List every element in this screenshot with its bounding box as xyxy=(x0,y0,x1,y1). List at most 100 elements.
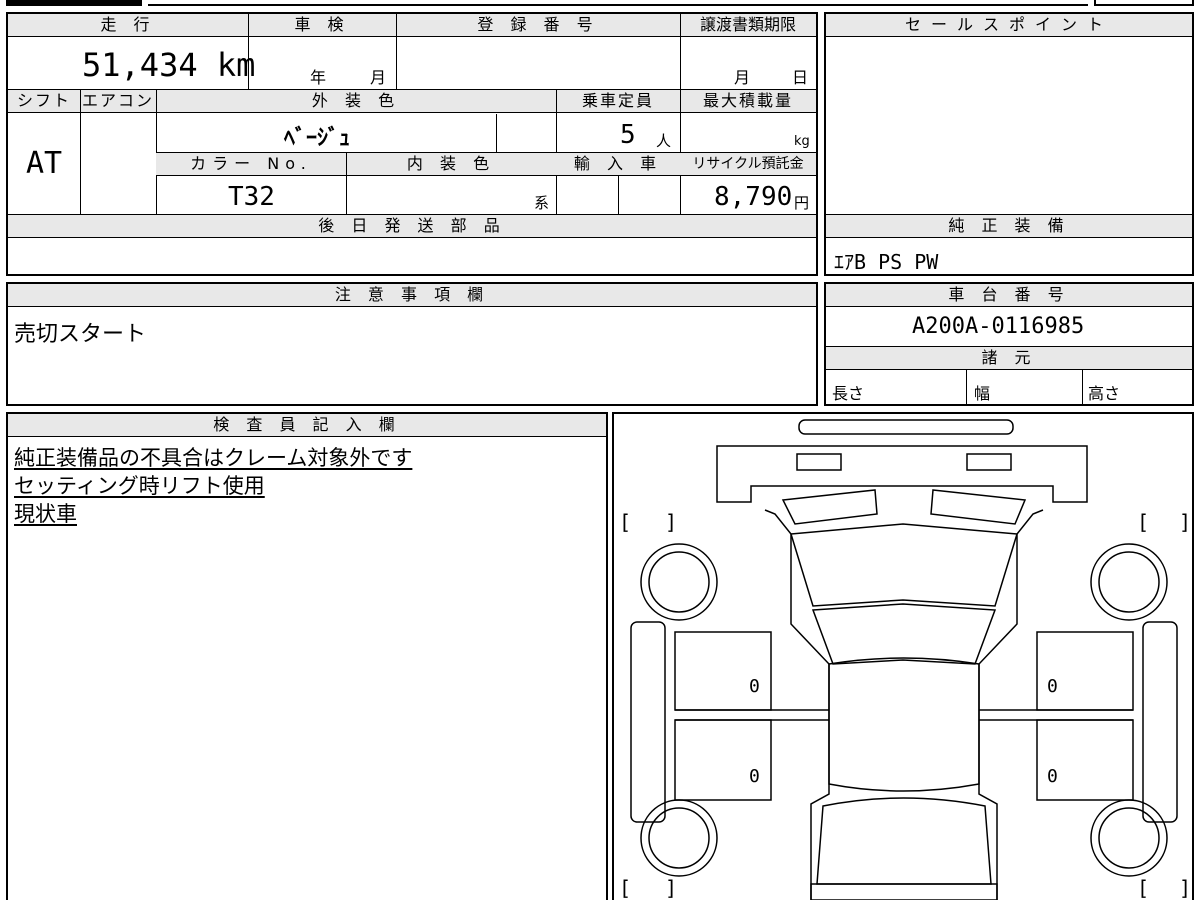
front-bumper-tab xyxy=(798,419,1014,435)
divider xyxy=(80,90,81,214)
capacity-value: 5 xyxy=(620,120,636,150)
divider xyxy=(346,153,347,214)
wheel-rear-right-inner xyxy=(1098,807,1160,869)
sales-points-header: セールスポイント xyxy=(826,14,1192,37)
notes-value: 売切スタート xyxy=(14,322,147,347)
color-no-value: T32 xyxy=(228,182,275,212)
inspector-header: 検 査 員 記 入 欄 xyxy=(8,414,606,437)
chassis-panel: 車 台 番 号 A200A-0116985 諸 元 長さ 幅 高さ xyxy=(824,282,1194,406)
headlight-left xyxy=(796,453,842,471)
wheel-rear-left-inner xyxy=(648,807,710,869)
capacity-header: 乗車定員 xyxy=(556,90,680,113)
specs-header: 諸 元 xyxy=(826,347,1192,370)
bracket-front-right: [] xyxy=(1137,510,1191,534)
inspector-note-line-1: 純正装備品の不具合はクレーム対象外です xyxy=(14,446,413,470)
wheel-front-right xyxy=(1090,543,1168,621)
bracket-open: [ xyxy=(1137,876,1150,900)
sill-right xyxy=(1142,621,1178,823)
registration-header: 登 録 番 号 xyxy=(396,14,680,37)
headlight-right xyxy=(966,453,1012,471)
transfer-month-unit: 月 xyxy=(734,68,751,87)
color-no-header: カラー No. xyxy=(156,153,346,176)
bracket-close: ] xyxy=(1179,510,1192,534)
transfer-day-unit: 日 xyxy=(792,68,809,87)
wheel-rear-right xyxy=(1090,799,1168,877)
body-outline xyxy=(764,509,1044,900)
car-diagram: [] [] [] [] 0 0 0 0 xyxy=(615,414,1194,900)
mark-right-front: 0 xyxy=(1047,676,1058,697)
divider xyxy=(1082,370,1083,404)
divider xyxy=(966,370,967,404)
specs-height-label: 高さ xyxy=(1088,384,1121,403)
inspector-note-line-3: 現状車 xyxy=(14,502,77,526)
wheel-front-left xyxy=(640,543,718,621)
windshield-wipers xyxy=(781,489,1027,525)
wheel-rear-left xyxy=(640,799,718,877)
inspection-month-unit: 月 xyxy=(370,68,387,87)
mark-left-front: 0 xyxy=(749,676,760,697)
capacity-unit: 人 xyxy=(656,132,672,150)
bracket-open: [ xyxy=(619,510,632,534)
max-load-header: 最大積載量 xyxy=(680,90,816,113)
inspector-note-line-2: セッティング時リフト使用 xyxy=(14,474,265,498)
import-header: 輸 入 車 xyxy=(556,153,680,176)
transfer-deadline-header: 譲渡書類期限 xyxy=(680,14,816,37)
door-left-rear xyxy=(674,719,772,801)
bracket-rear-right: [] xyxy=(1137,876,1191,900)
mark-right-rear: 0 xyxy=(1047,766,1058,787)
bracket-close: ] xyxy=(1179,876,1192,900)
bracket-close: ] xyxy=(665,510,678,534)
aircon-header: エアコン xyxy=(80,90,156,113)
top-strip-line xyxy=(148,4,1088,6)
divider xyxy=(618,176,619,214)
windshield xyxy=(790,523,1018,607)
door-right-front xyxy=(1036,631,1134,711)
top-strip-black-block xyxy=(6,0,142,6)
wheel-front-left-inner xyxy=(648,551,710,613)
top-strip-box xyxy=(1094,0,1194,6)
specs-width-label: 幅 xyxy=(974,384,991,403)
rear-bumper xyxy=(810,883,998,900)
interior-color-header: 内 装 色 xyxy=(346,153,556,176)
sill-left xyxy=(630,621,666,823)
recycle-value: 8,790 xyxy=(714,182,793,212)
cabin xyxy=(828,657,980,792)
mark-left-rear: 0 xyxy=(749,766,760,787)
notes-panel: 注 意 事 項 欄 売切スタート xyxy=(6,282,818,406)
divider xyxy=(496,114,497,152)
chassis-value: A200A-0116985 xyxy=(912,314,1085,339)
wheel-front-right-inner xyxy=(1098,551,1160,613)
door-line-left xyxy=(675,709,829,721)
interior-color-suffix: 系 xyxy=(534,194,550,212)
inspection-header: 車 検 xyxy=(248,14,396,37)
car-outline-svg xyxy=(630,419,1178,900)
divider xyxy=(396,14,397,89)
roof xyxy=(811,603,997,665)
recycle-unit: 円 xyxy=(794,194,810,212)
genuine-equipment-header: 純 正 装 備 xyxy=(826,215,1192,238)
divider xyxy=(680,14,681,89)
parts-later-header: 後 日 発 送 部 品 xyxy=(8,215,816,238)
bracket-front-left: [] xyxy=(619,510,677,534)
shift-value: AT xyxy=(26,146,63,181)
door-line-right xyxy=(979,709,1133,721)
rear-window xyxy=(816,797,992,885)
door-left-front xyxy=(674,631,772,711)
notes-header: 注 意 事 項 欄 xyxy=(8,284,816,307)
recycle-header: リサイクル預託金 xyxy=(680,153,816,176)
door-right-rear xyxy=(1036,719,1134,801)
specs-length-label: 長さ xyxy=(832,384,865,403)
exterior-color-value: ﾍﾞｰｼﾞｭ xyxy=(284,126,351,151)
genuine-equipment-value: ｴｱB PS PW xyxy=(834,250,939,274)
bracket-open: [ xyxy=(1137,510,1150,534)
vehicle-info-panel: 走 行 車 検 登 録 番 号 譲渡書類期限 51,434 km 年 月 月 日… xyxy=(6,12,818,276)
max-load-unit: kg xyxy=(794,134,810,149)
inspector-panel: 検 査 員 記 入 欄 純正装備品の不具合はクレーム対象外です セッティング時リ… xyxy=(6,412,608,900)
mileage-header: 走 行 xyxy=(8,14,248,37)
front-bumper xyxy=(716,445,1088,503)
sales-points-panel: セールスポイント 純 正 装 備 ｴｱB PS PW xyxy=(824,12,1194,276)
shift-header: シフト xyxy=(8,90,80,113)
top-strip xyxy=(0,0,1200,6)
exterior-color-header: 外 装 色 xyxy=(156,90,556,113)
bracket-close: ] xyxy=(665,876,678,900)
